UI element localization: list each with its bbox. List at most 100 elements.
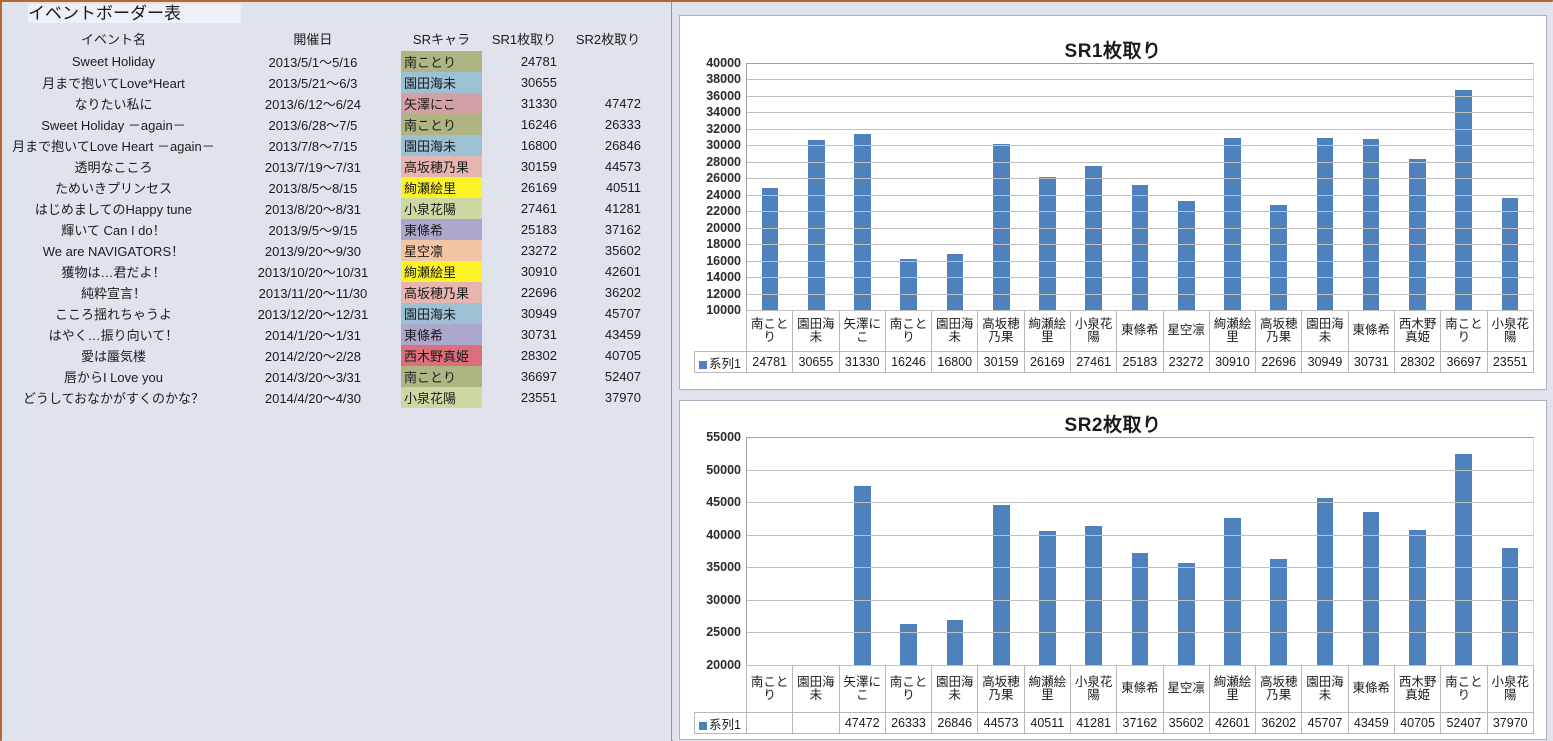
table-row[interactable]: はじめましてのHappy tune 2013/8/20～8/31 小泉花陽 27461…	[2, 198, 650, 219]
bar[interactable]	[1085, 166, 1103, 310]
chart-value-cell: 43459	[1347, 712, 1395, 734]
chart-category-label: 園田海未	[931, 665, 979, 713]
table-row[interactable]: 月まで抱いてLove Heart －again－ 2013/7/8～7/15 園田海…	[2, 135, 650, 156]
bar[interactable]	[1501, 547, 1519, 665]
bar-slot	[747, 438, 793, 665]
y-axis-tick-label: 45000	[706, 495, 741, 510]
cell-date: 2013/10/20～10/31	[257, 265, 369, 280]
chart-legend-entry[interactable]: 系列1	[694, 351, 747, 373]
bar[interactable]	[1224, 137, 1241, 310]
cell-event: 透明なこころ	[74, 160, 153, 175]
bar-slot	[1071, 64, 1117, 310]
table-row[interactable]: We are NAVIGATORS！ 2013/9/20～9/30 星空凛 23272…	[2, 240, 650, 261]
y-axis-tick-label: 30000	[706, 138, 741, 153]
cell-sr1: 27461	[520, 201, 557, 216]
bar[interactable]	[761, 188, 779, 310]
bar[interactable]	[1316, 137, 1334, 310]
cell-sr1: 30949	[520, 306, 557, 321]
cell-event: 純粋宣言！	[80, 286, 146, 301]
bar[interactable]	[946, 620, 964, 665]
cell-chara: 東條希	[400, 219, 482, 240]
bar[interactable]	[808, 139, 825, 310]
gridline	[747, 79, 1533, 81]
gridline	[747, 128, 1533, 130]
chart-value-cell: 45707	[1301, 712, 1349, 734]
y-axis-tick-label: 14000	[706, 270, 741, 285]
bar[interactable]	[1316, 497, 1334, 665]
cell-event: ためいきプリンセス	[54, 181, 172, 196]
bar[interactable]	[900, 258, 918, 310]
bar[interactable]	[1409, 530, 1426, 665]
chart-title-sr2: SR2枚取り	[1064, 415, 1162, 436]
table-row[interactable]: 唇からI Love you 2014/3/20～3/31 南ことり 36697 5240…	[2, 366, 650, 387]
bar[interactable]	[1085, 526, 1103, 665]
bar-slot	[978, 64, 1024, 310]
plot-wrap-sr1: 40000 38000 36000 34000 32000 30000 28000 26000…	[694, 56, 1534, 373]
cell-chara: 小泉花陽	[400, 387, 482, 408]
table-row[interactable]: はやく…振り向いて！ 2014/1/20～1/31 東條希 30731 43459	[2, 324, 650, 345]
table-row[interactable]: 透明なこころ 2013/7/19～7/31 高坂穂乃果 30159 44573	[2, 156, 650, 177]
chart-card-sr2[interactable]: SR2枚取り 55000 50000 45000 40000 35000 30000 250…	[679, 400, 1547, 740]
chart-value-cell: 37970	[1486, 712, 1534, 734]
chart-value-row: 系列1 24781 30655 31330 16246 16800 30159 26169 27…	[694, 351, 1534, 373]
table-row[interactable]: ためいきプリンセス 2013/8/5～8/15 絢瀬絵里 26169 40511	[2, 177, 650, 198]
cell-sr2: 37162	[604, 222, 641, 237]
bar[interactable]	[946, 254, 964, 310]
chart-category-label: 園田海未	[1301, 665, 1349, 713]
bar[interactable]	[1270, 559, 1287, 665]
bar[interactable]	[1039, 531, 1056, 665]
chart-value-cell	[745, 712, 794, 734]
table-row[interactable]: 月まで抱いてLove*Heart 2013/5/21～6/3 園田海未 30655	[2, 72, 650, 93]
bar[interactable]	[1224, 517, 1241, 665]
bar[interactable]	[992, 504, 1010, 665]
table-row[interactable]: なりたい私に 2013/6/12～6/24 矢澤にこ 31330 47472	[2, 93, 650, 114]
bar-slot	[793, 64, 839, 310]
chart-legend-entry[interactable]: 系列1	[694, 712, 747, 734]
cell-chara: 園田海未	[400, 72, 482, 93]
y-axis-sr2: 55000 50000 45000 40000 35000 30000 25000 20000	[694, 430, 746, 672]
cell-event: Sweet Holiday －again－	[41, 118, 186, 133]
cell-sr1: 28302	[520, 348, 557, 363]
chart-category-label: 高坂穂乃果	[977, 310, 1025, 352]
table-row[interactable]: 純粋宣言！ 2013/11/20～11/30 高坂穂乃果 22696 36202	[2, 282, 650, 303]
cell-sr2	[566, 72, 650, 93]
bar[interactable]	[1177, 563, 1195, 665]
cell-sr1: 30910	[520, 264, 557, 279]
chart-category-label: 東條希	[1116, 665, 1164, 713]
table-row[interactable]: Sweet Holiday －again－ 2013/6/28～7/5 南ことり 16…	[2, 114, 650, 135]
cell-sr1: 23272	[520, 243, 557, 258]
bar-slot	[1209, 438, 1255, 665]
bar[interactable]	[854, 134, 871, 310]
gridline	[747, 632, 1533, 634]
cell-sr1: 30731	[520, 327, 557, 342]
bar[interactable]	[1131, 553, 1149, 665]
gridline	[747, 599, 1533, 601]
bar-slot	[1487, 438, 1533, 665]
gridline	[747, 227, 1533, 229]
bar-slot	[1302, 64, 1348, 310]
bar[interactable]	[1409, 159, 1426, 310]
table-row[interactable]: 獲物は…君だよ！ 2013/10/20～10/31 絢瀬絵里 30910 42601	[2, 261, 650, 282]
bar[interactable]	[900, 623, 918, 665]
gridline	[747, 502, 1533, 504]
cell-date: 2013/6/12～6/24	[264, 97, 361, 112]
table-row[interactable]: こころ揺れちゃうよ 2013/12/20～12/31 園田海未 30949 45707	[2, 303, 650, 324]
table-row[interactable]: 輝いて Can I do！ 2013/9/5～9/15 東條希 25183 37162	[2, 219, 650, 240]
table-row[interactable]: 愛は蜃気楼 2014/2/20～2/28 西木野真姫 28302 40705	[2, 345, 650, 366]
chart-category-label: 西木野真姫	[1393, 310, 1442, 352]
y-axis-tick-label: 20000	[706, 220, 741, 235]
chart-value-cell: 31330	[838, 351, 886, 373]
chart-value-cell: 30731	[1347, 351, 1395, 373]
table-row[interactable]: どうしておなかがすくのかな？ 2014/4/20～4/30 小泉花陽 23551 379…	[2, 387, 650, 408]
table-row[interactable]: Sweet Holiday 2013/5/1～5/16 南ことり 24781	[2, 51, 650, 72]
chart-card-sr1[interactable]: SR1枚取り 40000 38000 36000 34000 32000 30000 280…	[679, 15, 1547, 390]
chart-category-label: 高坂穂乃果	[1255, 665, 1303, 713]
bar[interactable]	[854, 486, 871, 665]
y-axis-tick-label: 38000	[706, 72, 741, 87]
chart-category-label: 園田海未	[931, 310, 979, 352]
bar-slot	[1163, 64, 1209, 310]
chart-category-label: 南ことり	[884, 665, 933, 713]
cell-chara: 西木野真姫	[400, 345, 482, 366]
bar[interactable]	[1362, 139, 1380, 310]
bar[interactable]	[1131, 185, 1149, 310]
